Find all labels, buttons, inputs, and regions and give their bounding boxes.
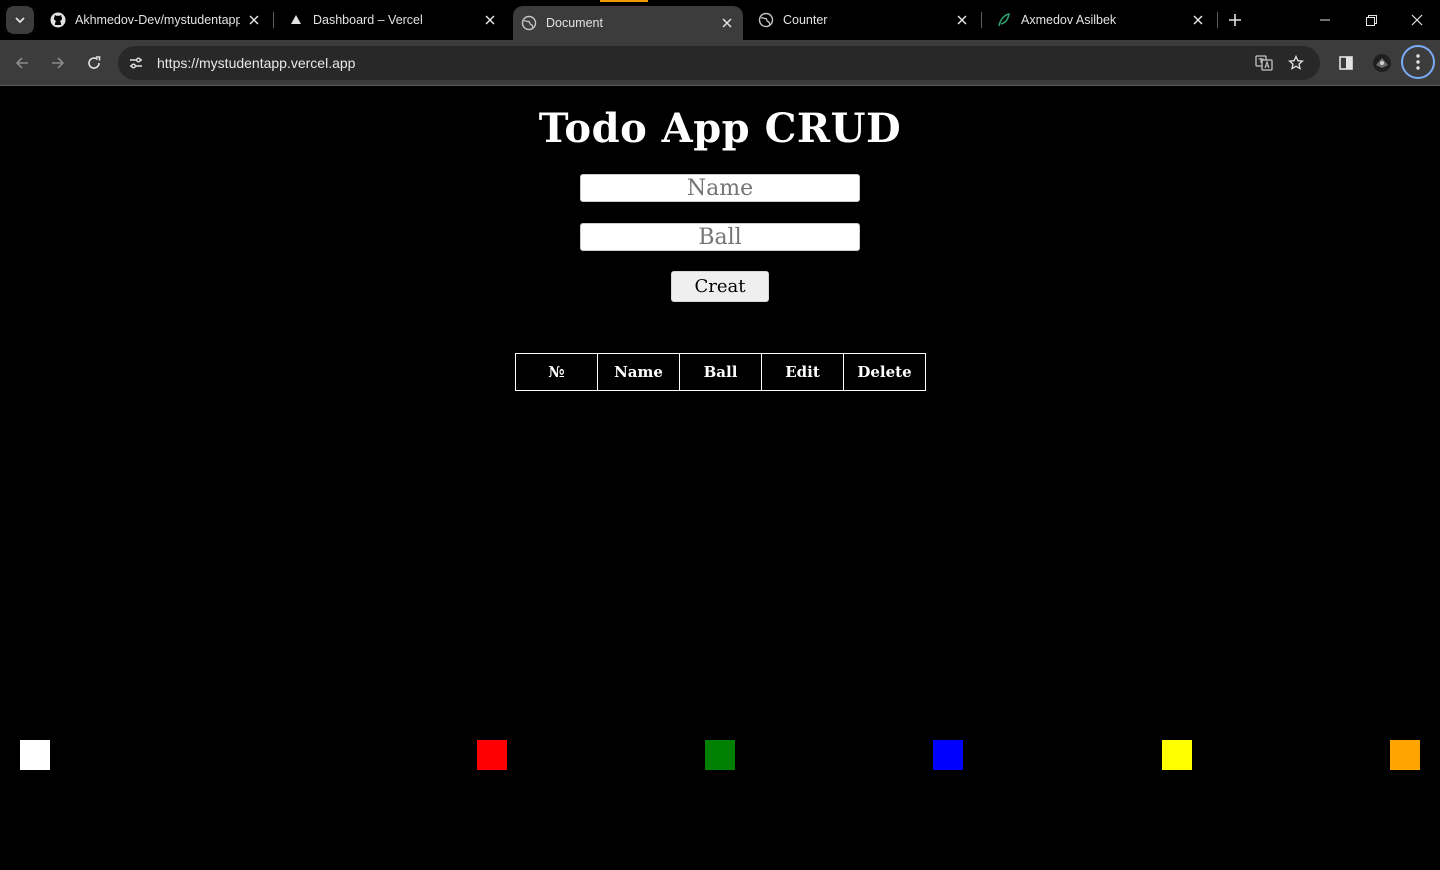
color-swatch-red[interactable] — [477, 740, 507, 770]
ball-input[interactable] — [580, 223, 860, 251]
restore-icon — [1365, 14, 1377, 26]
tab-github[interactable]: Akhmedov-Dev/mystudentapp — [42, 0, 270, 40]
color-swatch-blue[interactable] — [933, 740, 963, 770]
new-tab-button[interactable] — [1224, 9, 1246, 31]
name-input[interactable] — [580, 174, 860, 202]
close-icon — [1411, 14, 1423, 26]
tab-separator — [273, 12, 274, 28]
minimize-button[interactable] — [1302, 0, 1348, 40]
page-title: Todo App CRUD — [538, 105, 902, 152]
color-swatch-green[interactable] — [705, 740, 735, 770]
tab-axmedov[interactable]: Axmedov Asilbek — [988, 0, 1214, 40]
tab-vercel[interactable]: Dashboard – Vercel — [280, 0, 506, 40]
vercel-icon — [288, 12, 304, 28]
close-icon[interactable] — [246, 12, 262, 28]
color-swatch-orange[interactable] — [1390, 740, 1420, 770]
tab-title: Counter — [783, 13, 828, 27]
tab-separator — [981, 12, 982, 28]
tab-document[interactable]: Document — [513, 6, 743, 40]
minimize-icon — [1320, 19, 1330, 21]
translate-icon[interactable] — [1255, 54, 1273, 72]
tab-search-button[interactable] — [6, 6, 34, 34]
tab-separator — [1217, 12, 1218, 28]
tab-loading-indicator — [600, 0, 648, 2]
color-swatch-yellow[interactable] — [1162, 740, 1192, 770]
create-button[interactable]: Creat — [671, 271, 769, 302]
url-text: https://mystudentapp.vercel.app — [157, 55, 356, 71]
browser-menu-button[interactable] — [1401, 45, 1435, 79]
column-header-delete: Delete — [843, 353, 926, 391]
window-close-button[interactable] — [1394, 0, 1440, 40]
tab-strip: Akhmedov-Dev/mystudentapp Dashboard – Ve… — [0, 0, 1440, 40]
color-swatch-white[interactable] — [20, 740, 50, 770]
side-panel-icon — [1339, 56, 1353, 70]
tab-counter[interactable]: Counter — [750, 0, 978, 40]
side-panel-button[interactable] — [1332, 49, 1360, 77]
leaf-icon — [996, 12, 1012, 28]
bookmark-star-icon[interactable] — [1287, 54, 1305, 72]
column-header-ball: Ball — [679, 353, 762, 391]
reload-button[interactable] — [80, 49, 108, 77]
page-content: Todo App CRUD Creat № Name Ball Edit Del… — [0, 87, 1440, 870]
restore-button[interactable] — [1348, 0, 1394, 40]
column-header-edit: Edit — [761, 353, 844, 391]
address-bar[interactable]: https://mystudentapp.vercel.app — [118, 46, 1320, 80]
profile-avatar-icon — [1373, 54, 1391, 72]
column-header-number: № — [515, 353, 598, 391]
reload-icon — [88, 56, 101, 69]
forward-button[interactable] — [44, 49, 72, 77]
close-icon[interactable] — [482, 12, 498, 28]
arrow-left-icon — [15, 57, 28, 69]
arrow-right-icon — [52, 57, 65, 69]
more-vertical-icon — [1416, 54, 1420, 70]
close-icon[interactable] — [1190, 12, 1206, 28]
globe-icon — [758, 12, 774, 28]
tab-title: Akhmedov-Dev/mystudentapp — [75, 13, 240, 27]
close-icon[interactable] — [719, 15, 735, 31]
github-icon — [50, 12, 66, 28]
profile-button[interactable] — [1368, 49, 1396, 77]
table-header-row: № Name Ball Edit Delete — [515, 353, 926, 391]
todo-table: № Name Ball Edit Delete — [515, 353, 926, 391]
column-header-name: Name — [597, 353, 680, 391]
tab-title: Dashboard – Vercel — [313, 13, 423, 27]
globe-icon — [521, 15, 537, 31]
tab-title: Document — [546, 16, 603, 30]
back-button[interactable] — [8, 49, 36, 77]
chevron-down-icon — [15, 17, 25, 24]
plus-icon — [1229, 14, 1241, 26]
site-info-icon[interactable] — [127, 54, 145, 72]
tab-title: Axmedov Asilbek — [1021, 13, 1117, 27]
browser-toolbar: https://mystudentapp.vercel.app — [0, 40, 1440, 86]
close-icon[interactable] — [954, 12, 970, 28]
